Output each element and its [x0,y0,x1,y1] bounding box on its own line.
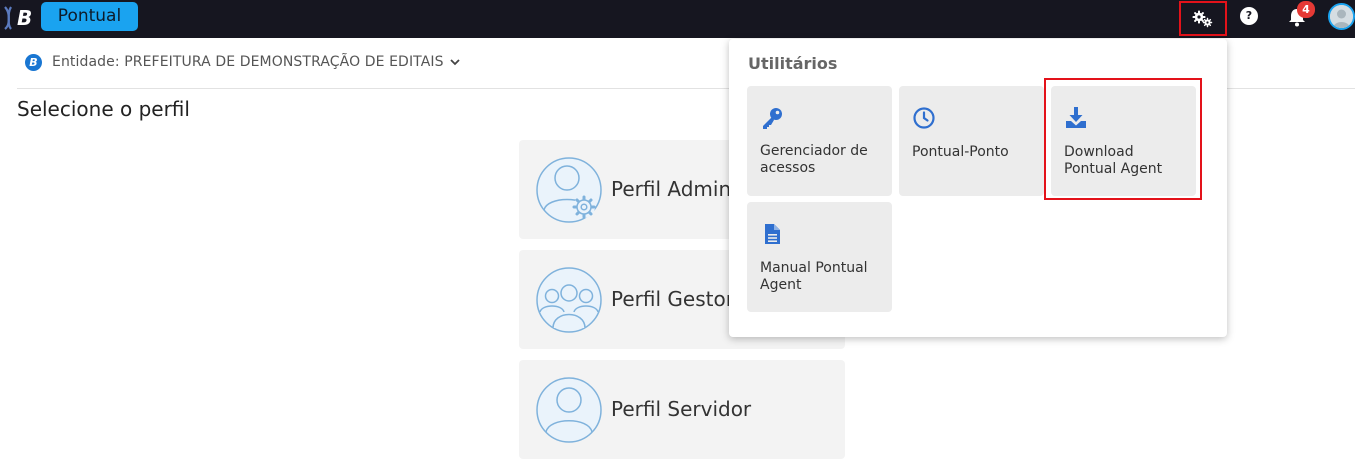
utility-download-agent[interactable]: Download Pontual Agent [1051,86,1196,196]
utility-label: Pontual-Ponto [912,144,1009,160]
chevron-down-icon [450,59,460,66]
entity-logo-icon: B [25,53,42,71]
group-users-icon [536,267,602,333]
entity-selector[interactable]: B Entidade: PREFEITURA DE DEMONSTRAÇÃO D… [25,52,461,72]
utility-label: Gerenciador de acessos [760,143,868,176]
utility-label: Download Pontual Agent [1064,144,1163,177]
profile-card-servidor[interactable]: Perfil Servidor [519,360,845,459]
utility-manual-agent[interactable]: Manual Pontual Agent [747,202,892,312]
gears-icon [1192,10,1213,27]
avatar-image [1330,5,1353,28]
notifications-badge: 4 [1297,1,1315,18]
utility-label: Manual Pontual Agent [760,260,868,293]
top-navbar: B Pontual ? 4 [0,0,1355,38]
document-icon [765,224,780,244]
admin-user-gear-icon [536,157,602,223]
logo-letter: B [17,6,32,30]
key-icon [763,108,782,129]
user-avatar[interactable] [1328,3,1355,30]
help-icon[interactable]: ? [1240,7,1258,25]
download-icon [1066,107,1086,128]
entity-label: Entidade: PREFEITURA DE DEMONSTRAÇÃO DE … [52,54,444,70]
profile-label: Perfil Admini [611,177,737,201]
profile-label: Perfil Servidor [611,397,752,421]
app-name-button[interactable]: Pontual [41,2,138,31]
user-icon [536,377,602,443]
utilities-button[interactable] [1179,1,1227,36]
page-title: Selecione o perfil [17,97,190,121]
utility-pontual-ponto[interactable]: Pontual-Ponto [899,86,1044,196]
app-logo[interactable]: B [2,3,40,31]
clock-icon [913,107,935,129]
utilities-title: Utilitários [748,54,838,73]
utilities-dropdown: Utilitários Gerenciador de acessos Pontu… [729,39,1227,337]
profile-label: Perfil Gestor [611,287,734,311]
utility-access-manager[interactable]: Gerenciador de acessos [747,86,892,196]
